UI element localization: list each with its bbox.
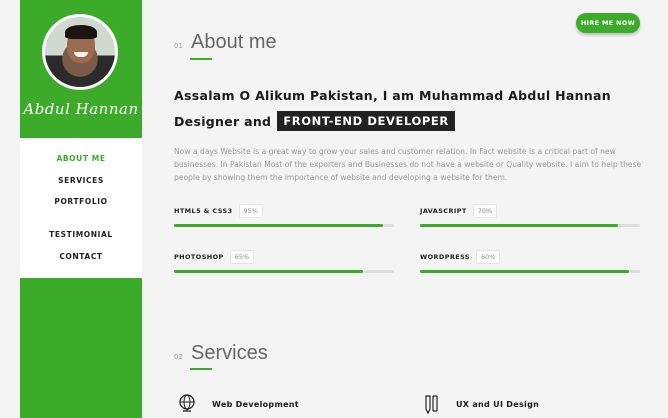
- skill-percent-badge: 70%: [472, 204, 498, 218]
- skill-progress-fill: [174, 224, 383, 227]
- role-badge: FRONT-END DEVELOPER: [277, 111, 455, 131]
- sidebar: Abdul Hannan ABOUT ME SERVICES PORTFOLIO…: [20, 0, 142, 418]
- skill-name: WORDPRESS: [420, 253, 470, 261]
- section-title: About me: [191, 31, 277, 53]
- about-description: Now a days Website is a great way to gro…: [174, 147, 642, 182]
- skill-progress-track: [420, 224, 640, 227]
- skill-javascript: JAVASCRIPT 70%: [420, 204, 640, 227]
- skill-name: HTML5 & CSS3: [174, 207, 233, 215]
- skill-percent-badge: 60%: [475, 250, 501, 264]
- skill-wordpress: WORDPRESS 60%: [420, 250, 640, 273]
- nav-item-services[interactable]: SERVICES: [20, 176, 142, 185]
- skill-progress-track: [174, 270, 394, 273]
- globe-icon: [179, 394, 195, 412]
- skill-percent-badge: 65%: [229, 250, 255, 264]
- sidebar-nav: ABOUT ME SERVICES PORTFOLIO TESTIMONIAL …: [20, 138, 142, 278]
- service-item-web-development: Web Development: [176, 393, 299, 415]
- service-item-ux-ui-design: UX and UI Design: [420, 393, 539, 415]
- services-section-heading: 02 Services: [174, 342, 268, 365]
- role-prefix: Designer and: [174, 113, 272, 129]
- section-number: 02: [174, 353, 183, 361]
- nav-item-about-me[interactable]: ABOUT ME: [20, 154, 142, 163]
- skill-photoshop: PHOTOSHOP 65%: [174, 250, 394, 273]
- section-title: Services: [191, 342, 268, 364]
- skill-progress-fill: [420, 224, 618, 227]
- about-section-heading: 01 About me: [174, 31, 277, 54]
- skill-progress-track: [174, 224, 394, 227]
- skill-html-css: HTML5 & CSS3 95%: [174, 204, 394, 227]
- role-heading: Designer and FRONT-END DEVELOPER: [174, 111, 455, 131]
- nav-item-contact[interactable]: CONTACT: [20, 252, 142, 261]
- signature-logo: Abdul Hannan: [23, 100, 139, 118]
- profile-photo: [45, 17, 115, 87]
- skill-progress-fill: [174, 270, 364, 273]
- skill-name: PHOTOSHOP: [174, 253, 224, 261]
- skill-progress-fill: [420, 270, 629, 273]
- section-underline: [190, 368, 212, 370]
- skill-progress-track: [420, 270, 640, 273]
- section-underline: [190, 58, 212, 60]
- avatar: [42, 14, 118, 90]
- service-label: UX and UI Design: [456, 399, 540, 409]
- hire-me-button[interactable]: HIRE ME NOW: [576, 13, 640, 33]
- nav-item-portfolio[interactable]: PORTFOLIO: [20, 197, 142, 206]
- design-tools-icon: [425, 395, 438, 415]
- greeting-heading: Assalam O Alikum Pakistan, I am Muhammad…: [174, 88, 611, 103]
- section-number: 01: [174, 42, 183, 50]
- nav-item-testimonial[interactable]: TESTIMONIAL: [20, 230, 142, 239]
- skill-percent-badge: 95%: [238, 204, 263, 218]
- skill-name: JAVASCRIPT: [420, 207, 467, 215]
- service-label: Web Development: [212, 399, 299, 409]
